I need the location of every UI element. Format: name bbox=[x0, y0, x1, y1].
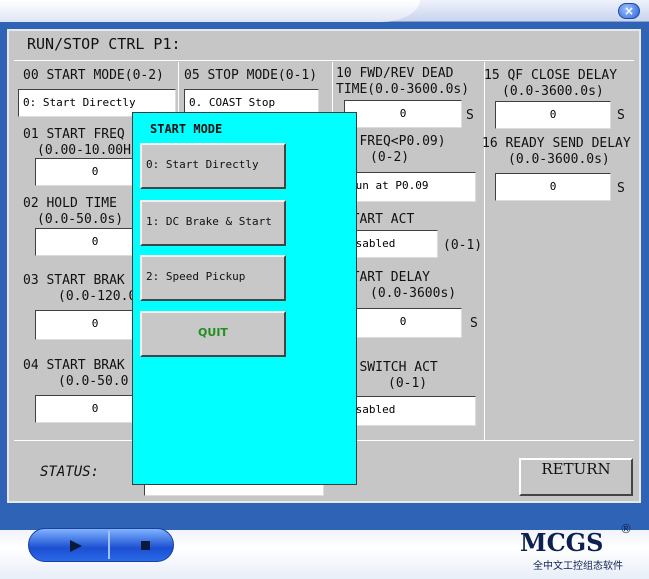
mcgs-logo: MCGS bbox=[520, 528, 604, 557]
player-separator bbox=[108, 531, 110, 559]
param-00-label: 00 START MODE(0-2) bbox=[23, 68, 164, 83]
param-15-label-line1: 15 QF CLOSE DELAY bbox=[484, 68, 618, 83]
param-10-label-line1: 10 FWD/REV DEAD bbox=[336, 66, 454, 81]
param-14-label-line2: (0-1) bbox=[388, 376, 428, 391]
param-01-label-line2: (0.00-10.00Hz bbox=[37, 143, 139, 158]
return-button[interactable]: RETURN bbox=[519, 458, 633, 496]
param-12-field[interactable]: isabled bbox=[344, 230, 438, 258]
param-10-unit: S bbox=[466, 108, 474, 123]
column-divider-3 bbox=[484, 62, 485, 440]
status-label: STATUS: bbox=[40, 464, 100, 480]
play-icon[interactable] bbox=[70, 540, 82, 552]
bottom-bar-edge bbox=[0, 510, 649, 530]
param-02-label-line2: (0.0-50.0s) bbox=[37, 212, 124, 227]
option-start-directly[interactable]: 0: Start Directly bbox=[140, 143, 286, 189]
quit-button[interactable]: QUIT bbox=[140, 311, 286, 357]
option-speed-pickup[interactable]: 2: Speed Pickup bbox=[140, 255, 286, 301]
param-13-label-line2: (0.0-3600s) bbox=[370, 286, 457, 301]
param-16-label-line1: 16 READY SEND DELAY bbox=[482, 136, 631, 151]
param-14-field[interactable]: isabled bbox=[344, 396, 476, 426]
param-16-unit: S bbox=[617, 181, 625, 196]
param-04-label-line1: 04 START BRAK bbox=[23, 358, 125, 373]
option-dc-brake-start[interactable]: 1: DC Brake & Start bbox=[140, 200, 286, 246]
param-10-label-line2: TIME(0.0-3600.0s) bbox=[336, 82, 470, 97]
page-title: RUN/STOP CTRL P1: bbox=[27, 35, 181, 53]
param-05-label: 05 STOP MODE(0-1) bbox=[184, 68, 318, 83]
param-15-label-line2: (0.0-3600.0s) bbox=[502, 84, 604, 99]
popup-title: START MODE bbox=[150, 122, 223, 136]
title-divider bbox=[14, 60, 634, 61]
player-control bbox=[28, 528, 174, 562]
param-12-range: (0-1) bbox=[443, 238, 483, 253]
mcgs-subtitle: 全中文工控组态软件 bbox=[533, 561, 623, 572]
param-04-label-line2: (0.0-50.0 bbox=[58, 374, 129, 389]
start-mode-popup: START MODE 0: Start Directly 1: DC Brake… bbox=[132, 112, 357, 485]
param-02-label-line1: 02 HOLD TIME bbox=[23, 196, 117, 211]
param-03-label-line1: 03 START BRAK bbox=[23, 273, 125, 288]
param-13-unit: S bbox=[470, 316, 478, 331]
param-10-field[interactable]: 0 bbox=[344, 100, 462, 128]
param-15-unit: S bbox=[617, 108, 625, 123]
param-13-field[interactable]: 0 bbox=[344, 308, 462, 338]
close-button[interactable]: × bbox=[618, 3, 640, 19]
param-03-label-line2: (0.0-120.0 bbox=[58, 289, 137, 304]
registered-mark: ® bbox=[620, 522, 632, 536]
param-11-label-line2: (0-2) bbox=[370, 150, 410, 165]
param-16-label-line2: (0.0-3600.0s) bbox=[508, 152, 610, 167]
param-01-label-line1: 01 START FREQ bbox=[23, 127, 125, 142]
param-11-field[interactable]: Run at P0.09 bbox=[344, 172, 476, 202]
param-15-field[interactable]: 0 bbox=[495, 101, 611, 129]
stop-icon[interactable] bbox=[141, 541, 150, 550]
param-16-field[interactable]: 0 bbox=[495, 173, 611, 201]
titlebar-decoration bbox=[0, 0, 420, 22]
